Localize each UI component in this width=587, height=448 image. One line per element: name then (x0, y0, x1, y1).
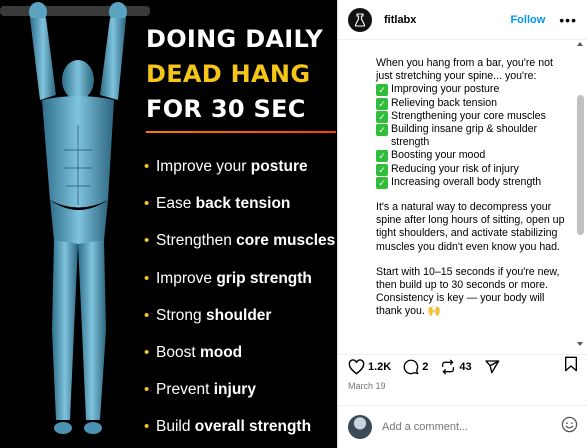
emoji-button[interactable] (561, 416, 578, 438)
scrollbar-thumb[interactable] (577, 95, 584, 235)
post-image: DOING DAILY DEAD HANG FOR 30 SEC • Improv… (0, 0, 337, 448)
comment-input[interactable] (382, 421, 542, 433)
benefit-item: • Boost mood (144, 342, 335, 379)
headline-underline (146, 131, 336, 133)
checklist-item: ✓ Improving your posture (376, 83, 566, 97)
post-headline: DOING DAILY DEAD HANG FOR 30 SEC (146, 22, 337, 133)
checklist-item: ✓ Reducing your risk of injury (376, 163, 566, 176)
send-icon (484, 359, 499, 373)
caption-cut-line (376, 40, 566, 48)
checklist-item: ✓ Boosting your mood (376, 149, 566, 163)
post-caption: When you hang from a bar, you're not jus… (338, 40, 576, 348)
bullet-icon: • (144, 381, 150, 399)
repost-count: 43 (459, 360, 472, 373)
post-detail-panel: fitlabx Follow ••• When you hang from a … (337, 0, 587, 448)
bullet-icon: • (144, 232, 150, 250)
comment-bar (338, 405, 587, 448)
user-avatar (348, 415, 372, 439)
repost-button[interactable]: 43 (440, 359, 472, 375)
checklist-item: ✓ Strengthening your core muscles (376, 110, 566, 123)
benefit-item: • Prevent injury (144, 379, 335, 416)
bullet-icon: • (144, 269, 150, 287)
post-actions: 1.2K 2 43 (338, 354, 587, 378)
like-count: 1.2K (368, 360, 392, 373)
benefit-item: • Ease back tension (144, 193, 335, 230)
caption-checklist: ✓ Improving your posture ✓ Relieving back … (376, 83, 566, 189)
like-button[interactable]: 1.2K (348, 358, 392, 375)
caption-intro: When you hang from a bar, you're not jus… (376, 57, 553, 83)
check-icon: ✓ (376, 110, 388, 123)
comment-button[interactable]: 2 (403, 359, 428, 375)
bullet-icon: • (144, 195, 150, 213)
benefits-list: • Improve your posture • Ease back tension… (144, 156, 335, 448)
check-icon: ✓ (376, 124, 388, 137)
benefit-item: • Improve your posture (144, 156, 335, 193)
fitlabx-logo-icon (354, 12, 366, 27)
headline-line-3: FOR 30 SEC (146, 95, 306, 123)
bookmark-icon (565, 356, 577, 372)
post-header: fitlabx Follow ••• (338, 0, 587, 40)
post-date[interactable]: March 19 (348, 381, 386, 391)
bullet-icon: • (144, 306, 150, 324)
benefit-item: • Strengthen core muscles (144, 230, 335, 267)
benefit-item: • Strong shoulder (144, 305, 335, 342)
checklist-item: ✓ Relieving back tension (376, 97, 566, 110)
bullet-icon: • (144, 158, 150, 175)
benefit-item: • Build overall strength (144, 416, 335, 448)
checklist-item: ✓ Building insane grip & shoulder strengt… (376, 123, 566, 149)
benefit-item: • Improve grip strength (144, 268, 335, 305)
check-icon: ✓ (376, 97, 388, 110)
more-options-icon[interactable]: ••• (559, 12, 577, 28)
check-icon: ✓ (376, 84, 388, 97)
bullet-icon: • (144, 343, 150, 361)
share-button[interactable] (484, 359, 500, 375)
checklist-item: ✓ Increasing overall body strength (376, 176, 566, 189)
caption-paragraph: It's a natural way to decompress your sp… (376, 201, 565, 253)
check-icon: ✓ (376, 163, 388, 176)
save-button[interactable] (564, 356, 578, 377)
scroll-down-arrow-icon[interactable] (577, 342, 583, 346)
headline-line-1: DOING DAILY (146, 25, 324, 53)
headline-line-2: DEAD HANG (146, 60, 311, 88)
comment-count: 2 (422, 360, 429, 373)
check-icon: ✓ (376, 176, 388, 189)
smiley-icon (561, 416, 578, 433)
bullet-icon: • (144, 418, 150, 436)
caption-scrollbar[interactable] (576, 40, 585, 348)
check-icon: ✓ (376, 150, 388, 163)
username[interactable]: fitlabx (384, 14, 416, 26)
caption-paragraph: Start with 10–15 seconds if you're new, … (376, 265, 560, 318)
scroll-up-arrow-icon[interactable] (577, 42, 583, 46)
repost-icon (442, 359, 455, 374)
heart-icon (348, 358, 365, 375)
profile-avatar[interactable] (348, 7, 372, 32)
muscle-figure-illustration (0, 2, 150, 434)
comment-icon (403, 359, 419, 374)
follow-button[interactable]: Follow (510, 14, 545, 26)
